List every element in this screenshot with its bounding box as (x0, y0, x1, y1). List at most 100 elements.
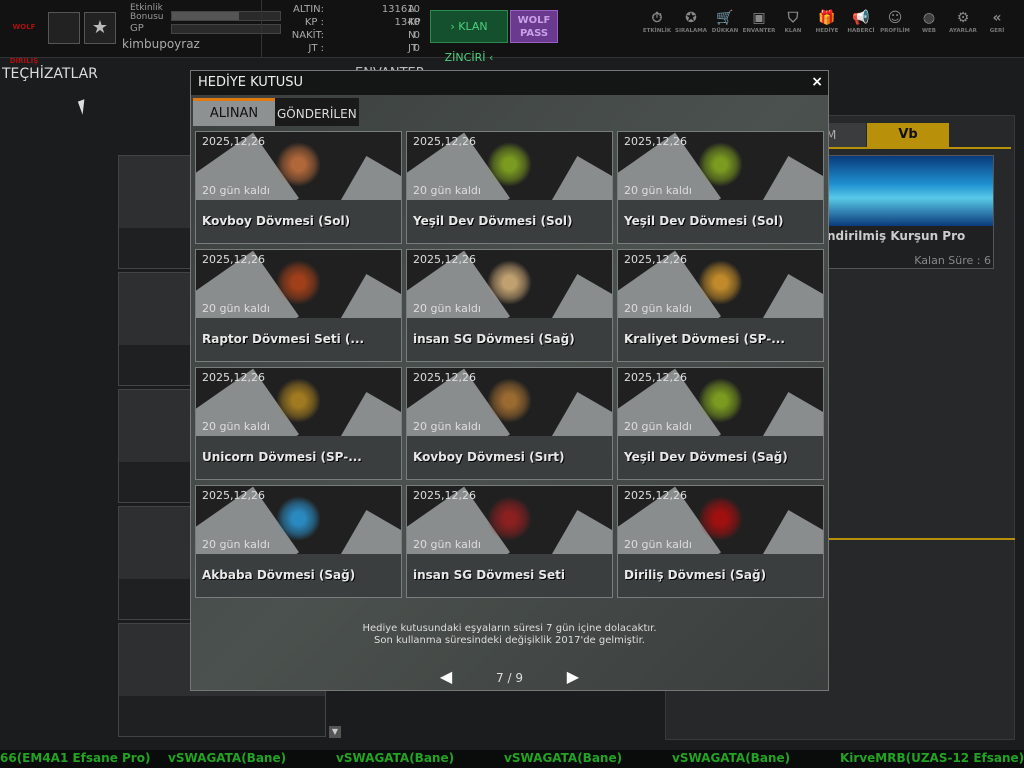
prev-page-icon[interactable]: ◀ (440, 667, 452, 686)
klan-zinciri-button[interactable]: › KLAN ZİNCİRİ ‹ (430, 10, 508, 64)
tab-sent[interactable]: GÖNDERİLEN (275, 98, 359, 126)
ticker-entry: vSWAGATA(Bane) (168, 751, 287, 765)
tattoo-icon (276, 260, 321, 305)
gift-item[interactable]: 2025,12,26 20 gün kaldı insan SG Dövmesi (… (406, 249, 613, 362)
tattoo-icon (698, 142, 743, 187)
tattoo-icon (698, 260, 743, 305)
tab-received[interactable]: ALINAN (193, 98, 275, 126)
tattoo-preview: 2025,12,26 20 gün kaldı (618, 250, 823, 318)
gift-item[interactable]: 2025,12,26 20 gün kaldı Yeşil Dev Dövmesi … (617, 131, 824, 244)
nav-shield[interactable]: ⛉ KLAN (776, 8, 810, 34)
gift-remaining: 20 gün kaldı (413, 538, 481, 551)
gift-icon: 🎁 (818, 10, 836, 26)
nav-medal[interactable]: ✪ SIRALAMA (674, 8, 708, 34)
nav-globe[interactable]: ◍ WEB (912, 8, 946, 34)
rank-star-icon[interactable]: ★ (84, 12, 116, 44)
equipment-title: TEÇHİZATLAR (2, 66, 98, 82)
gift-item[interactable]: 2025,12,26 20 gün kaldı Unicorn Dövmesi (S… (195, 367, 402, 480)
currency-key: KP : (304, 17, 324, 28)
tattoo-preview: 2025,12,26 20 gün kaldı (407, 368, 612, 436)
close-icon[interactable]: × (811, 74, 823, 90)
gift-name: Unicorn Dövmesi (SP-... (202, 450, 362, 464)
gift-item[interactable]: 2025,12,26 20 gün kaldı Kovboy Dövmesi (Sı… (406, 367, 613, 480)
gear-icon: ⚙ (956, 10, 970, 26)
gift-name: Kovboy Dövmesi (Sırt) (413, 450, 565, 464)
note-line: Son kullanma süresindeki değişiklik 2017… (374, 635, 645, 646)
ticker-entry: vSWAGATA(Bane) (336, 751, 455, 765)
next-page-icon[interactable]: ▶ (567, 667, 579, 686)
gift-remaining: 20 gün kaldı (202, 420, 270, 433)
gift-item[interactable]: 2025,12,26 20 gün kaldı Yeşil Dev Dövmesi … (406, 131, 613, 244)
gift-name: Yeşil Dev Dövmesi (Sol) (413, 214, 573, 228)
tab-underline (806, 147, 1011, 149)
tattoo-icon (487, 378, 532, 423)
nav-label: KLAN (784, 28, 802, 34)
ticker-entry: vSWAGATA(Bane) (672, 751, 791, 765)
tattoo-preview: 2025,12,26 20 gün kaldı (196, 486, 401, 554)
gift-item[interactable]: 2025,12,26 20 gün kaldı insan SG Dövmesi S… (406, 485, 613, 598)
gift-date: 2025,12,26 (202, 135, 265, 148)
gift-remaining: 20 gün kaldı (413, 420, 481, 433)
gift-box-dialog: HEDİYE KUTUSU × ALINAN GÖNDERİLEN 2025,1… (190, 70, 829, 691)
gift-name: Raptor Dövmesi Seti (... (202, 332, 365, 346)
profile-icon: ☺ (887, 10, 903, 26)
tattoo-icon (698, 496, 743, 541)
gift-date: 2025,12,26 (413, 253, 476, 266)
gift-date: 2025,12,26 (413, 371, 476, 384)
gift-date: 2025,12,26 (624, 489, 687, 502)
tattoo-preview: 2025,12,26 20 gün kaldı (407, 486, 612, 554)
globe-icon: ◍ (922, 10, 936, 26)
tattoo-icon (487, 260, 532, 305)
nav-label: ENVANTER (742, 28, 776, 34)
username: kimbupoyraz (122, 37, 200, 51)
scroll-down-button[interactable]: ▼ (329, 726, 341, 738)
item-name: ndirilmiş Kurşun Pro (827, 229, 966, 243)
wolf-pass-button[interactable]: WOLF PASS (510, 10, 558, 43)
nav-back[interactable]: « GERİ (980, 8, 1014, 34)
gift-item[interactable]: 2025,12,26 20 gün kaldı Kraliyet Dövmesi (… (617, 249, 824, 362)
nav-profile[interactable]: ☺ PROFİLİM (878, 8, 912, 34)
gift-date: 2025,12,26 (624, 253, 687, 266)
kill-ticker: 66(EM4A1 Efsane Pro) vSWAGATA(Bane) vSWAGA… (0, 750, 1024, 768)
gift-remaining: 20 gün kaldı (202, 302, 270, 315)
currency-unit: A (408, 4, 415, 15)
chest-icon: ▣ (752, 10, 766, 26)
tattoo-icon (276, 496, 321, 541)
nav-gift[interactable]: 🎁 HEDİYE (810, 8, 844, 34)
tattoo-preview: 2025,12,26 20 gün kaldı (196, 132, 401, 200)
nav-chest[interactable]: ▣ ENVANTER (742, 8, 776, 34)
ticker-entry: 66(EM4A1 Efsane Pro) (0, 751, 151, 765)
gift-date: 2025,12,26 (624, 135, 687, 148)
tab-vb[interactable]: Vb (867, 123, 949, 147)
gift-name: Diriliş Dövmesi (Sağ) (624, 568, 767, 582)
nav-megaphone[interactable]: 📢 HABERCİ (844, 8, 878, 34)
mouse-cursor-icon (77, 99, 90, 115)
gift-date: 2025,12,26 (413, 135, 476, 148)
nav-cart[interactable]: 🛒 DÜKKAN (708, 8, 742, 34)
page-indicator: 7 / 9 (496, 671, 523, 685)
gift-item[interactable]: 2025,12,26 20 gün kaldı Kovboy Dövmesi (So… (195, 131, 402, 244)
top-bar: WOLF DIRILIŞ ★ Etkinlik Bonusu GP kimbup… (0, 0, 1024, 65)
medal-icon: ✪ (685, 10, 697, 26)
tattoo-preview: 2025,12,26 20 gün kaldı (196, 368, 401, 436)
nav-label: PROFİLİM (880, 28, 910, 34)
gift-item[interactable]: 2025,12,26 20 gün kaldı Diriliş Dövmesi (S… (617, 485, 824, 598)
gift-remaining: 20 gün kaldı (413, 184, 481, 197)
clan-emblem[interactable] (48, 12, 80, 44)
tattoo-icon (698, 378, 743, 423)
gift-date: 2025,12,26 (413, 489, 476, 502)
gift-item[interactable]: 2025,12,26 20 gün kaldı Yeşil Dev Dövmesi … (617, 367, 824, 480)
nav-label: DÜKKAN (711, 28, 739, 34)
tattoo-preview: 2025,12,26 20 gün kaldı (407, 250, 612, 318)
gift-name: Akbaba Dövmesi (Sağ) (202, 568, 356, 582)
gift-item[interactable]: 2025,12,26 20 gün kaldı Raptor Dövmesi Set… (195, 249, 402, 362)
nav-gear[interactable]: ⚙ AYARLAR (946, 8, 980, 34)
nav-label: SIRALAMA (675, 28, 707, 34)
info-note: Hediye kutusundaki eşyaların süresi 7 gü… (191, 623, 828, 647)
nav-stopwatch[interactable]: ⏱ ETKİNLİK (640, 8, 674, 34)
game-logo: WOLF DIRILIŞ (9, 23, 39, 65)
gift-item[interactable]: 2025,12,26 20 gün kaldı Akbaba Dövmesi (Sa… (195, 485, 402, 598)
gift-date: 2025,12,26 (202, 371, 265, 384)
shield-icon: ⛉ (787, 10, 799, 26)
inventory-item[interactable]: ndirilmiş Kurşun Pro Kalan Süre : 6 (827, 155, 994, 269)
